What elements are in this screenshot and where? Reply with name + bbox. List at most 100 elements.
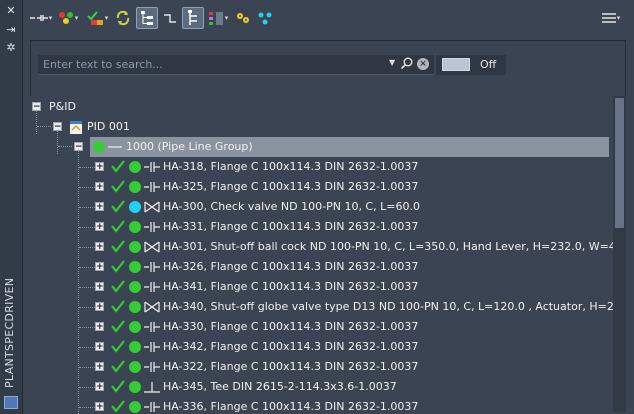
tree-node-label: HA-325, Flange C 100x114.3 DIN 2632-1.00… (163, 180, 419, 193)
tree-row-item[interactable]: + HA-342, Flange C 100x114.3 DIN 2632-1.0… (23, 337, 613, 357)
status-dot-icon (129, 341, 141, 353)
tree-node-label: HA-342, Flange C 100x114.3 DIN 2632-1.00… (163, 340, 419, 353)
tree-row-item[interactable]: + HA-345, Tee DIN 2615-2-114.3x3.6-1.0037 (23, 377, 613, 397)
expand-toggle[interactable]: + (95, 162, 104, 172)
vertical-scrollbar[interactable] (613, 96, 626, 412)
tree-row-item[interactable]: + HA-300, Check valve ND 100-PN 10, C, L=… (23, 197, 613, 217)
pid-document-icon (70, 121, 82, 134)
refresh-button[interactable] (113, 7, 133, 29)
close-icon[interactable]: ✕ (4, 4, 18, 18)
tree-row-item[interactable]: + HA-301, Shut-off ball cock ND 100-PN 10… (23, 237, 613, 257)
tree-node-label: HA-345, Tee DIN 2615-2-114.3x3.6-1.0037 (163, 380, 397, 393)
pipe-line-button[interactable]: ▾ (28, 7, 54, 29)
gear-add-button[interactable] (233, 7, 253, 29)
check-icon (111, 320, 125, 333)
tree-node-label: HA-331, Flange C 100x114.3 DIN 2632-1.00… (163, 220, 419, 233)
status-dot-icon (129, 241, 141, 253)
flange-symbol-icon (144, 322, 160, 332)
tree-row-item[interactable]: + HA-325, Flange C 100x114.3 DIN 2632-1.0… (23, 177, 613, 197)
check-icon (111, 180, 125, 193)
tree-row-item[interactable]: + HA-330, Flange C 100x114.3 DIN 2632-1.0… (23, 317, 613, 337)
expand-toggle[interactable]: + (95, 322, 104, 332)
color-dots-button[interactable]: ▾ (56, 7, 80, 29)
tree-node-label: P&ID (49, 100, 76, 113)
tree-node-label: PID 001 (87, 120, 130, 133)
refresh-icon (116, 10, 130, 26)
filter-toggle-switch[interactable] (442, 58, 470, 71)
step-line-button[interactable] (160, 7, 180, 29)
palette-app-icon[interactable] (4, 396, 18, 409)
pipe-line-icon (29, 15, 48, 21)
pipe-line-symbol-icon (108, 146, 122, 148)
status-dot-icon (93, 141, 105, 153)
tree-view-icon (188, 10, 197, 25)
expand-toggle[interactable]: + (95, 382, 104, 392)
search-input[interactable] (38, 55, 378, 74)
hamburger-menu-icon (601, 13, 616, 23)
tree-row-item[interactable]: + HA-322, Flange C 100x114.3 DIN 2632-1.0… (23, 357, 613, 377)
expand-toggle[interactable]: + (95, 242, 104, 252)
check-icon (111, 300, 125, 313)
expand-toggle[interactable]: + (95, 202, 104, 212)
tree-row-item[interactable]: + HA-340, Shut-off globe valve type D13 N… (23, 297, 613, 317)
collapse-toggle[interactable]: − (74, 142, 83, 152)
valve-symbol-icon (144, 301, 160, 313)
gear-add-icon (237, 13, 249, 23)
expand-toggle[interactable]: + (95, 262, 104, 272)
valve-symbol-icon (144, 241, 160, 253)
tree-view-button[interactable] (182, 7, 204, 29)
valve-symbol-icon (144, 201, 160, 213)
check-icon (111, 380, 125, 393)
settings-icon[interactable]: ✲ (4, 41, 18, 55)
status-dot-icon (129, 281, 141, 293)
stack-dropdown-button[interactable]: ▾ (206, 7, 230, 29)
tree-row-item[interactable]: + HA-331, Flange C 100x114.3 DIN 2632-1.0… (23, 217, 613, 237)
tee-symbol-icon (144, 382, 160, 393)
node-link-icon (258, 12, 272, 25)
check-icon (111, 240, 125, 253)
flange-symbol-icon (144, 282, 160, 292)
search-icon[interactable] (400, 57, 414, 71)
expand-toggle[interactable]: + (95, 282, 104, 292)
node-link-button[interactable] (256, 7, 274, 29)
clear-search-icon[interactable]: × (417, 58, 429, 70)
collapse-toggle[interactable]: − (53, 122, 62, 132)
tree-row-document[interactable]: − PID 001 (23, 117, 613, 137)
check-icon (111, 360, 125, 373)
search-box: ▼ × (38, 55, 434, 75)
flange-symbol-icon (144, 162, 160, 172)
expand-toggle[interactable]: + (95, 402, 104, 412)
tree-row-group[interactable]: − 1000 (Pipe Line Group) (23, 137, 613, 157)
collapse-toggle[interactable]: − (32, 102, 41, 112)
tree-row-item[interactable]: + HA-318, Flange C 100x114.3 DIN 2632-1.0… (23, 157, 613, 177)
tree-structure-button[interactable] (136, 7, 158, 29)
scrollbar-thumb[interactable] (615, 98, 624, 228)
pin-icon[interactable]: ⇥ (4, 23, 18, 37)
flange-symbol-icon (144, 182, 160, 192)
tree-node-label: HA-326, Flange C 100x114.3 DIN 2632-1.00… (163, 260, 419, 273)
expand-toggle[interactable]: + (95, 362, 104, 372)
flange-symbol-icon (144, 362, 160, 372)
search-dropdown-icon[interactable]: ▼ (389, 58, 395, 67)
tree-row-item[interactable]: + HA-326, Flange C 100x114.3 DIN 2632-1.0… (23, 257, 613, 277)
tree-row-item[interactable]: + HA-336, Flange C 100x114.3 DIN 2632-1.0… (23, 397, 613, 414)
expand-toggle[interactable]: + (95, 302, 104, 312)
tree-row-root[interactable]: − P&ID (23, 97, 613, 117)
stack-dropdown-icon (208, 12, 223, 25)
tree-node-label: HA-341, Flange C 100x114.3 DIN 2632-1.00… (163, 280, 419, 293)
check-icon (111, 400, 125, 413)
expand-toggle[interactable]: + (95, 182, 104, 192)
expand-toggle[interactable]: + (95, 222, 104, 232)
flange-symbol-icon (144, 402, 160, 412)
check-icon (111, 160, 125, 173)
check-icon (111, 280, 125, 293)
menu-button[interactable]: ▾ (596, 7, 626, 29)
tree-row-item[interactable]: + HA-341, Flange C 100x114.3 DIN 2632-1.0… (23, 277, 613, 297)
status-dot-icon (129, 261, 141, 273)
toolbar: ▾ ▾ ▾ ▾ ▾ (23, 0, 634, 36)
flange-symbol-icon (144, 262, 160, 272)
expand-toggle[interactable]: + (95, 342, 104, 352)
tree-node-label: 1000 (Pipe Line Group) (126, 140, 253, 153)
validate-button[interactable]: ▾ (84, 7, 110, 29)
status-dot-icon (129, 181, 141, 193)
